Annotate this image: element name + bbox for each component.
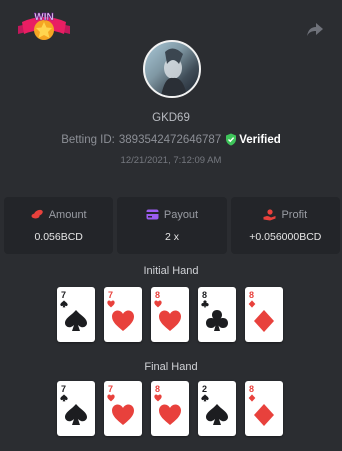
heart-icon <box>107 394 115 402</box>
heart-icon <box>112 404 134 425</box>
final-hand: 7 7 8 2 8 <box>57 381 287 436</box>
share-button[interactable] <box>306 20 324 38</box>
heart-icon <box>107 300 115 308</box>
card-rank: 8 <box>249 384 255 394</box>
coins-icon <box>31 209 43 219</box>
playing-card: 7 <box>57 381 95 436</box>
spade-icon <box>201 394 209 402</box>
final-hand-title: Final Hand <box>144 361 198 373</box>
card-rank: 8 <box>249 290 255 300</box>
card-rank: 7 <box>61 384 67 394</box>
betting-id-value: 3893542472646787 <box>118 133 222 146</box>
card-payment-icon <box>146 209 159 220</box>
card-rank: 2 <box>202 384 208 394</box>
card-rank: 7 <box>108 384 114 394</box>
stat-amount: Amount 0.056BCD <box>4 197 114 254</box>
diamond-icon <box>254 404 274 426</box>
betting-id-row: Betting ID: 3893542472646787 Verified <box>0 133 342 146</box>
win-badge-text: WIN <box>34 12 53 23</box>
avatar-image <box>161 48 187 96</box>
stat-payout-value: 2 x <box>164 230 179 243</box>
stat-payout-label: Payout <box>163 208 199 221</box>
stat-profit-label: Profit <box>281 208 308 221</box>
betting-id-label: Betting ID: <box>61 133 115 146</box>
stat-profit: Profit +0.056000BCD <box>230 197 340 254</box>
spade-icon <box>206 404 228 425</box>
verified-label: Verified <box>239 133 281 146</box>
stat-profit-value: +0.056000BCD <box>249 230 322 243</box>
card-rank: 8 <box>155 290 161 300</box>
diamond-icon <box>248 394 256 402</box>
playing-card: 8 <box>198 287 236 342</box>
playing-card: 8 <box>245 381 283 436</box>
diamond-icon <box>248 300 256 308</box>
playing-card: 7 <box>57 287 95 342</box>
heart-icon <box>159 404 181 425</box>
card-rank: 7 <box>108 290 114 300</box>
initial-hand: 7 7 8 8 8 <box>57 287 287 342</box>
username: GKD69 <box>152 112 190 124</box>
stats-row: Amount 0.056BCD Payout 2 x Profit +0.056… <box>4 197 340 254</box>
win-badge-icon: WIN <box>18 12 70 40</box>
heart-icon <box>154 300 162 308</box>
playing-card: 8 <box>245 287 283 342</box>
card-rank: 8 <box>155 384 161 394</box>
playing-card: 7 <box>104 381 142 436</box>
playing-card: 2 <box>198 381 236 436</box>
share-arrow-icon <box>307 23 323 36</box>
bet-timestamp: 12/21/2021, 7:12:09 AM <box>120 155 222 166</box>
spade-icon <box>65 310 87 331</box>
stat-amount-label: Amount <box>48 208 87 221</box>
hand-coin-icon <box>263 208 276 220</box>
spade-icon <box>60 394 68 402</box>
heart-icon <box>159 310 181 331</box>
club-icon <box>206 310 228 331</box>
verified-badge: Verified <box>225 133 281 146</box>
spade-icon <box>60 300 68 308</box>
playing-card: 8 <box>151 287 189 342</box>
spade-icon <box>65 404 87 425</box>
heart-icon <box>112 310 134 331</box>
playing-card: 8 <box>151 381 189 436</box>
initial-hand-title: Initial Hand <box>143 265 199 277</box>
heart-icon <box>154 394 162 402</box>
club-icon <box>201 300 209 308</box>
stat-payout: Payout 2 x <box>117 197 227 254</box>
playing-card: 7 <box>104 287 142 342</box>
card-rank: 8 <box>202 290 208 300</box>
avatar <box>143 40 201 98</box>
diamond-icon <box>254 310 274 332</box>
stat-amount-value: 0.056BCD <box>34 230 83 243</box>
card-rank: 7 <box>61 290 67 300</box>
win-badge: WIN <box>14 8 74 46</box>
shield-check-icon <box>226 133 237 146</box>
